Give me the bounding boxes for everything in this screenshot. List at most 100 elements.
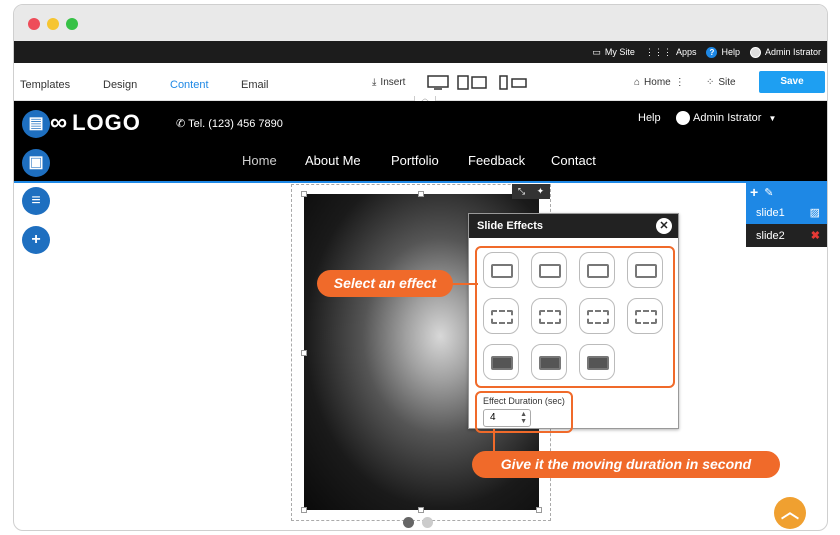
user-menu[interactable]: Admin Istrator: [749, 46, 821, 58]
effect-options-grid: [475, 246, 675, 388]
effect-expand-icon: [635, 310, 657, 324]
nav-home[interactable]: Home: [242, 153, 277, 168]
effect-option[interactable]: [579, 298, 615, 334]
help-icon: ?: [706, 46, 718, 58]
effect-option[interactable]: [579, 252, 615, 288]
site-user-menu[interactable]: Admin Istrator ▼: [676, 111, 776, 125]
effect-option[interactable]: [483, 344, 519, 380]
help-link[interactable]: ? Help: [706, 46, 740, 58]
grid-icon: ⋮⋮⋮: [644, 46, 672, 57]
resize-handle[interactable]: [301, 350, 307, 356]
slide-item[interactable]: slide1 ▨: [746, 201, 827, 224]
tab-email[interactable]: Email: [241, 79, 269, 91]
image-tool-bar: ⤡ ✦: [512, 184, 550, 199]
infinity-icon: ∞: [50, 109, 69, 136]
resize-handle[interactable]: [418, 191, 424, 197]
site-logo[interactable]: ∞ LOGO: [50, 109, 141, 137]
effect-option[interactable]: [483, 298, 519, 334]
effect-duration-group: Effect Duration (sec) 4 ▲ ▼: [475, 391, 573, 433]
add-slide-icon[interactable]: +: [750, 184, 758, 200]
home-page-selector[interactable]: ⌂ Home ⋮: [634, 77, 685, 88]
my-site-link[interactable]: ▭ My Site: [592, 47, 635, 58]
effect-option[interactable]: [483, 252, 519, 288]
delete-icon[interactable]: ✖: [811, 229, 820, 242]
plus-icon: +: [31, 231, 41, 248]
nav-feedback[interactable]: Feedback: [468, 153, 525, 168]
nav-contact[interactable]: Contact: [551, 153, 596, 168]
image-icon[interactable]: ▨: [810, 206, 820, 219]
effect-duration-label: Effect Duration (sec): [483, 396, 565, 406]
magic-wand-icon[interactable]: ✎: [764, 186, 773, 199]
effect-slide-icon: [539, 264, 561, 278]
resize-handle[interactable]: [536, 507, 542, 513]
resize-handle[interactable]: [301, 191, 307, 197]
mobile-view-icon[interactable]: [498, 75, 530, 91]
add-element-button[interactable]: +: [22, 226, 50, 254]
scroll-to-top-button[interactable]: ︿: [774, 497, 806, 529]
home-icon: ⌂: [634, 77, 641, 88]
tab-content[interactable]: Content: [170, 79, 209, 91]
avatar: [676, 111, 690, 125]
apps-link[interactable]: ⋮⋮⋮ Apps: [645, 47, 697, 58]
save-button[interactable]: Save: [759, 71, 825, 93]
resize-icon[interactable]: ⤡: [518, 186, 525, 197]
duration-callout: Give it the moving duration in second: [472, 451, 780, 478]
window-titlebar: [14, 5, 827, 41]
pin-icon[interactable]: ✦: [537, 186, 545, 197]
browser-window: ▭ My Site ⋮⋮⋮ Apps ? Help Admin Istrator…: [13, 4, 828, 531]
effect-option[interactable]: [531, 298, 567, 334]
tab-design[interactable]: Design: [103, 79, 137, 91]
effect-option[interactable]: [531, 344, 567, 380]
resize-handle[interactable]: [418, 507, 424, 513]
stepper-icon[interactable]: ▲ ▼: [520, 411, 527, 425]
effect-option[interactable]: [531, 252, 567, 288]
effect-option[interactable]: [627, 298, 663, 334]
slide-item[interactable]: slide2 ✖: [746, 224, 827, 247]
site-help-link[interactable]: Help: [638, 112, 661, 124]
nav-portfolio[interactable]: Portfolio: [391, 153, 439, 168]
more-icon: ⋮: [674, 77, 685, 88]
monitor-icon: ▭: [592, 46, 601, 57]
pages-tool-button[interactable]: ▤: [22, 110, 50, 138]
slide-pager-dot-active[interactable]: [403, 517, 414, 528]
header-divider: [14, 181, 827, 183]
resize-handle[interactable]: [301, 507, 307, 513]
effect-duration-input[interactable]: 4 ▲ ▼: [483, 409, 531, 427]
maximize-window-button[interactable]: [66, 18, 78, 30]
callout-connector: [493, 429, 495, 453]
effect-drop-icon: [587, 264, 609, 278]
close-window-button[interactable]: [28, 18, 40, 30]
layout-tool-button[interactable]: ▣: [22, 149, 50, 177]
sitemap-icon: ⁘: [706, 77, 715, 88]
tab-templates[interactable]: Templates: [20, 79, 70, 91]
effect-image-icon: [491, 264, 513, 278]
slide-pager-dot[interactable]: [422, 517, 433, 528]
edit-list-icon: ≡: [31, 192, 41, 209]
nav-about-me[interactable]: About Me: [305, 153, 361, 168]
tablet-view-icon[interactable]: [457, 75, 489, 91]
edit-tool-button[interactable]: ≡: [22, 187, 50, 215]
site-button[interactable]: ⁘ Site: [706, 77, 736, 88]
avatar: [749, 46, 761, 58]
effect-fade-icon: [491, 356, 513, 370]
site-header: ∞ LOGO ✆ Tel. (123) 456 7890 Help Admin …: [14, 101, 827, 181]
admin-bar: ▭ My Site ⋮⋮⋮ Apps ? Help Admin Istrator: [14, 41, 827, 63]
effect-option[interactable]: [627, 252, 663, 288]
minimize-window-button[interactable]: [47, 18, 59, 30]
close-icon[interactable]: ✕: [656, 218, 672, 234]
download-icon: ⤓: [372, 77, 377, 88]
desktop-view-icon[interactable]: [427, 75, 451, 91]
slides-panel-header: + ✎: [746, 183, 827, 201]
phone-icon: ✆: [176, 118, 186, 130]
slide-effects-header: Slide Effects ✕: [469, 214, 678, 238]
chevron-up-icon: ︿: [781, 502, 799, 522]
effect-option[interactable]: [579, 344, 615, 380]
effect-dissolve-icon: [539, 356, 561, 370]
insert-button[interactable]: ⤓ Insert: [372, 77, 405, 88]
layout-icon: ▣: [28, 154, 44, 171]
effect-zoom-icon: [587, 310, 609, 324]
effect-rotate-icon: [491, 310, 513, 324]
effect-skew-icon: [539, 310, 561, 324]
slide-effects-dialog: Slide Effects ✕ Effect Duration (sec) 4 …: [468, 213, 679, 433]
caret-down-icon: ▼: [768, 113, 777, 123]
